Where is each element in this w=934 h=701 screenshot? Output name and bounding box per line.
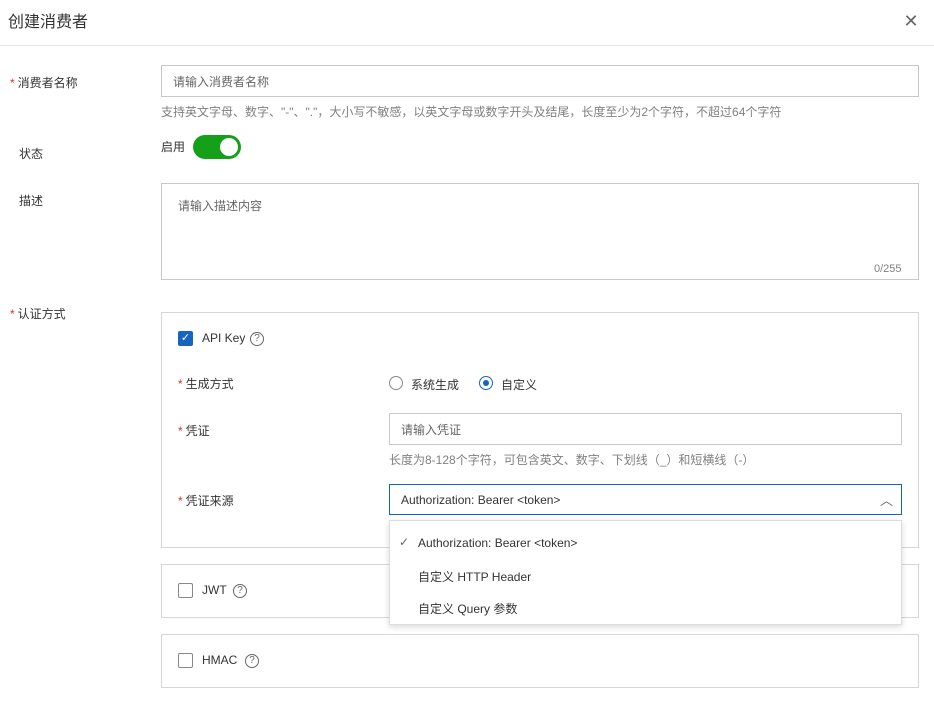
- dropdown-option[interactable]: Authorization: Bearer <token>: [418, 536, 577, 550]
- source-label: * 凭证来源: [178, 494, 234, 508]
- credential-hint: 长度为8-128个字符，可包含英文、数字、下划线（_）和短横线（-）: [389, 453, 755, 467]
- source-dropdown-menu: ✓ Authorization: Bearer <token> 自定义 HTTP…: [389, 520, 902, 625]
- consumer-name-input[interactable]: 请输入消费者名称: [161, 65, 919, 97]
- radio-system[interactable]: [389, 376, 403, 390]
- toggle-label: 启用: [161, 140, 186, 154]
- dialog-title: 创建消费者: [8, 14, 89, 31]
- radio-custom-label[interactable]: 自定义: [501, 376, 537, 393]
- api-key-label: API Key: [202, 331, 246, 345]
- api-key-checkbox[interactable]: ✓: [178, 331, 193, 346]
- status-label: 状态: [19, 147, 44, 161]
- status-toggle[interactable]: [193, 135, 241, 159]
- dropdown-option[interactable]: 自定义 Query 参数: [418, 600, 517, 617]
- source-select[interactable]: Authorization: Bearer <token>: [389, 484, 902, 515]
- auth-label: * 认证方式: [10, 307, 66, 321]
- name-hint: 支持英文字母、数字、"-"、"."，大小写不敏感，以英文字母或数字开头及结尾，长…: [161, 105, 782, 119]
- char-counter: 0/255: [874, 263, 902, 275]
- hmac-label: HMAC: [202, 653, 238, 667]
- description-label: 描述: [19, 194, 44, 208]
- radio-system-label[interactable]: 系统生成: [411, 376, 459, 393]
- jwt-label: JWT: [202, 583, 227, 597]
- credential-label: * 凭证: [178, 424, 210, 438]
- gen-method-label: * 生成方式: [178, 377, 234, 391]
- help-icon[interactable]: ?: [245, 654, 259, 668]
- hmac-checkbox[interactable]: [178, 653, 193, 668]
- description-textarea[interactable]: 请输入描述内容: [161, 183, 919, 280]
- dropdown-option[interactable]: 自定义 HTTP Header: [418, 568, 531, 585]
- help-icon[interactable]: ?: [233, 584, 247, 598]
- radio-custom[interactable]: [479, 376, 493, 390]
- jwt-checkbox[interactable]: [178, 583, 193, 598]
- header-divider: [0, 45, 934, 46]
- check-icon: ✓: [399, 535, 410, 549]
- hmac-panel: [161, 634, 919, 688]
- credential-input[interactable]: 请输入凭证: [389, 413, 902, 445]
- name-label: * 消费者名称: [10, 76, 78, 90]
- chevron-up-icon[interactable]: ︿: [880, 490, 893, 509]
- help-icon[interactable]: ?: [250, 332, 264, 346]
- close-icon[interactable]: ✕: [902, 12, 920, 30]
